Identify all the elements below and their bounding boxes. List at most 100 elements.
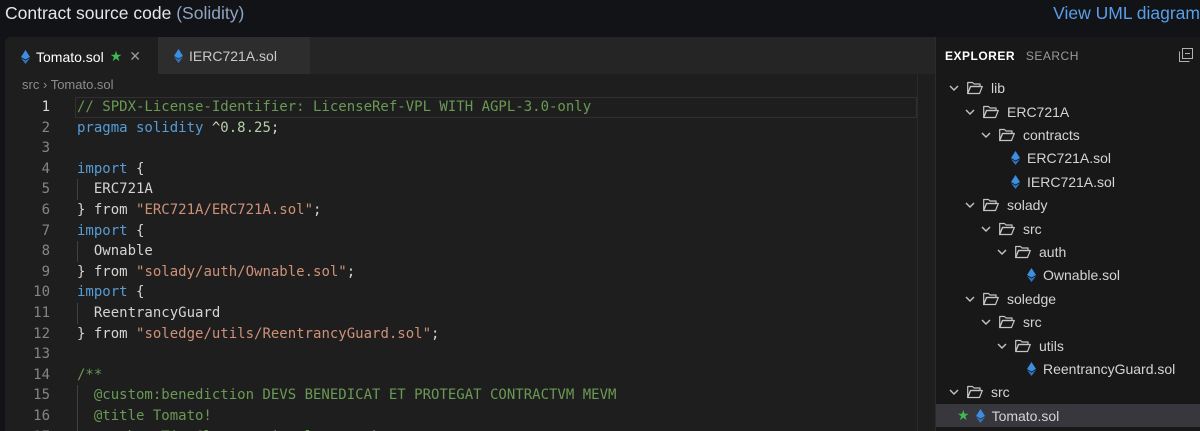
code-line[interactable]: 5 ERC721A — [5, 179, 917, 200]
indent-guide — [77, 303, 78, 324]
chevron-right-icon: › — [42, 77, 51, 92]
code-token: } from — [77, 325, 137, 342]
tree-file[interactable]: ReentrancyGuard.sol — [936, 357, 1200, 380]
code-token: { — [127, 284, 145, 301]
breadcrumb-folder[interactable]: src — [22, 77, 39, 92]
view-uml-diagram-link[interactable]: View UML diagram — [1053, 3, 1200, 24]
code-token: "ERC721A/ERC721A.sol" — [136, 202, 314, 218]
tab-label: IERC721A.sol — [189, 47, 277, 64]
chevron-down-icon[interactable] — [964, 199, 976, 211]
search-tab[interactable]: SEARCH — [1026, 49, 1079, 63]
tree-folder[interactable]: src — [936, 217, 1200, 240]
star-icon: ★ — [109, 48, 123, 64]
chevron-down-icon[interactable] — [964, 106, 976, 118]
chevron-down-icon[interactable] — [948, 386, 960, 398]
code-token: } from — [77, 202, 137, 218]
code-line[interactable]: 8 Ownable — [5, 241, 917, 262]
code-token: @custom:benediction DEVS BENEDICAT ET PR… — [77, 387, 617, 404]
chevron-down-icon[interactable] — [996, 340, 1008, 352]
code-line[interactable]: 11 ReentrancyGuard — [5, 303, 917, 324]
code-token: "solady/auth/Ownable.sol" — [136, 263, 347, 280]
line-number: 3 — [41, 140, 50, 157]
code-text: /** — [77, 365, 102, 386]
tree-label: ERC721A.sol — [1027, 150, 1112, 167]
code-line[interactable]: 6} from "ERC721A/ERC721A.sol"; — [5, 200, 917, 221]
code-token: ; — [313, 202, 322, 218]
indent-guide — [77, 241, 78, 262]
tree-folder[interactable]: soledge — [936, 287, 1200, 310]
code-line[interactable]: 3 — [5, 138, 917, 159]
code-text: @author Tim Clancy <tim-clancy.eth> — [77, 427, 389, 431]
collapse-all-icon[interactable] — [1179, 48, 1193, 62]
line-number: 9 — [41, 263, 50, 280]
code-line[interactable]: 9 } from "solady/auth/Ownable.sol"; — [5, 262, 917, 283]
tree-folder[interactable]: lib — [936, 77, 1200, 100]
line-number: 8 — [41, 243, 50, 260]
folder-open-icon — [1015, 245, 1031, 259]
tree-file[interactable]: Ownable.sol — [936, 264, 1200, 287]
code-area[interactable]: 1 // SPDX-License-Identifier: LicenseRef-… — [5, 97, 917, 431]
chevron-down-icon[interactable] — [948, 82, 960, 94]
code-line[interactable]: 17 @author Tim Clancy <tim-clancy.eth> — [5, 427, 917, 431]
code-editor: Tomato.sol ★ ✕ IERC721A.sol src › Tomato… — [5, 37, 1200, 431]
folder-open-icon — [983, 199, 999, 212]
code-text: pragma solidity ^0.8.25; — [77, 118, 279, 139]
ethereum-icon — [1011, 174, 1020, 189]
code-token: /** — [77, 366, 103, 383]
tree-folder[interactable]: src — [936, 311, 1200, 334]
tab-tomato-sol[interactable]: Tomato.sol ★ ✕ — [5, 37, 158, 75]
code-line[interactable]: 7 import { — [5, 221, 917, 242]
code-text: // SPDX-License-Identifier: LicenseRef-V… — [77, 97, 591, 118]
breadcrumb-file[interactable]: Tomato.sol — [51, 77, 114, 92]
code-line[interactable]: 2 pragma solidity ^0.8.25; — [5, 118, 917, 139]
code-token: } from — [77, 263, 137, 280]
code-line[interactable]: 1 // SPDX-License-Identifier: LicenseRef-… — [5, 97, 917, 118]
tree-file[interactable]: ★ Tomato.sol — [936, 404, 1200, 428]
line-number: 7 — [41, 222, 50, 239]
tree-folder[interactable]: src — [936, 381, 1200, 404]
chevron-down-icon[interactable] — [980, 316, 992, 328]
folder-open-icon — [999, 222, 1015, 235]
code-text: } from "ERC721A/ERC721A.sol"; — [77, 200, 321, 221]
chevron-down-icon[interactable] — [996, 246, 1008, 258]
chevron-down-icon[interactable] — [964, 293, 976, 305]
code-text: } from "solady/auth/Ownable.sol"; — [77, 262, 355, 283]
tree-folder[interactable]: ERC721A — [936, 100, 1200, 123]
editor-scrollbar[interactable] — [917, 74, 936, 431]
breadcrumb: src › Tomato.sol — [22, 77, 114, 92]
ethereum-icon — [174, 48, 183, 63]
code-line[interactable]: 16 @title Tomato! — [5, 406, 917, 427]
code-text: import { — [77, 159, 144, 180]
page-header: Contract source code (Solidity) View UML… — [0, 0, 1200, 36]
tree-folder[interactable]: contracts — [936, 123, 1200, 146]
code-text: ERC721A — [77, 179, 153, 200]
line-number: 17 — [5, 427, 50, 431]
close-icon[interactable]: ✕ — [129, 48, 141, 65]
tree-label: ERC721A — [1007, 103, 1070, 120]
code-line[interactable]: 15 @custom:benediction DEVS BENEDICAT ET… — [5, 385, 917, 406]
chevron-down-icon[interactable] — [980, 223, 992, 235]
code-text: @custom:benediction DEVS BENEDICAT ET PR… — [77, 385, 617, 406]
code-line[interactable]: 14 /** — [5, 365, 917, 386]
line-number: 12 — [33, 325, 50, 342]
tree-folder[interactable]: auth — [936, 240, 1200, 263]
tree-file[interactable]: ERC721A.sol — [936, 147, 1200, 170]
tree-file[interactable]: IERC721A.sol — [936, 170, 1200, 193]
code-text: ReentrancyGuard — [77, 303, 220, 324]
explorer-tab[interactable]: EXPLORER — [945, 49, 1015, 63]
ethereum-icon — [21, 49, 30, 64]
tree-folder[interactable]: utils — [936, 334, 1200, 357]
code-token: ; — [346, 263, 356, 280]
code-token: ^ — [203, 119, 221, 136]
code-text: Ownable — [77, 241, 153, 262]
code-line[interactable]: 13 — [5, 344, 917, 365]
code-line[interactable]: 10 import { — [5, 282, 917, 303]
code-token: { — [127, 160, 145, 177]
code-token: import — [77, 160, 128, 177]
chevron-down-icon[interactable] — [980, 129, 992, 141]
code-line[interactable]: 4 import { — [5, 159, 917, 180]
tab-ierc721a-sol[interactable]: IERC721A.sol — [158, 37, 310, 74]
code-line[interactable]: 12} from "soledge/utils/ReentrancyGuard.… — [5, 324, 917, 345]
explorer-sidebar: EXPLORER SEARCH lib ERC721A contracts ERC72… — [935, 37, 1200, 431]
tree-folder[interactable]: solady — [936, 194, 1200, 217]
